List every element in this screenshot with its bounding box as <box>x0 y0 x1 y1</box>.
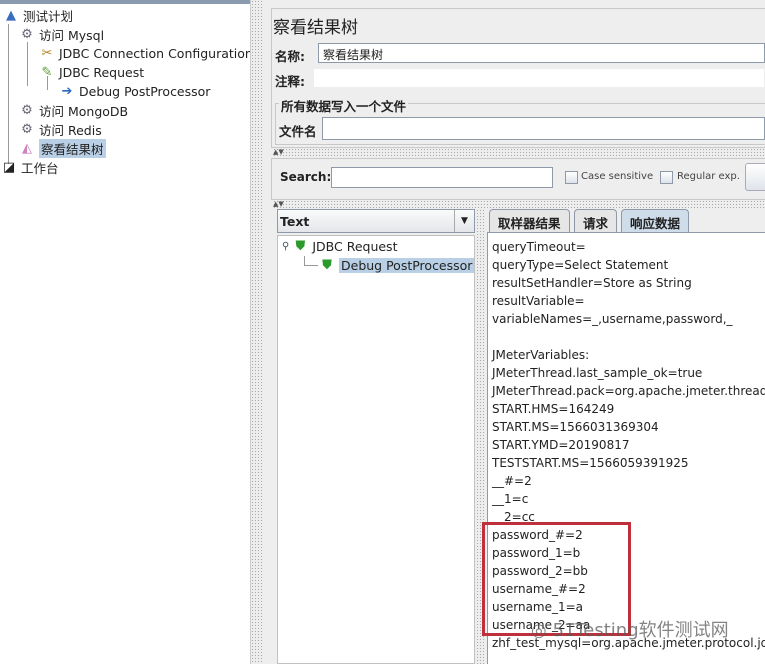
regular-exp-checkbox[interactable] <box>660 171 673 184</box>
group-title: 所有数据写入一个文件 <box>279 96 409 115</box>
response-line: queryTimeout= <box>492 240 586 254</box>
split-pane-divider[interactable] <box>250 0 263 664</box>
response-line: START.HMS=164249 <box>492 402 615 416</box>
search-button[interactable] <box>745 163 765 191</box>
tree-item-mysql[interactable]: ⚙ 访问 Mysql <box>18 25 104 44</box>
gear-icon: ⚙ <box>21 122 33 137</box>
response-line: __#=2 <box>492 474 532 488</box>
response-line: START.YMD=20190817 <box>492 438 630 452</box>
success-shield-icon: ⛊ <box>322 258 332 273</box>
tree-item-view-results-tree[interactable]: ◭ 察看结果树 <box>18 139 106 158</box>
response-line: queryType=Select Statement <box>492 258 669 272</box>
sample-results-tree: ⚲ ⛊ JDBC Request ⛊ Debug PostProcessor <box>277 235 475 664</box>
watermark: ◎ 51Testing软件测试网 <box>531 620 729 641</box>
filename-input[interactable] <box>322 117 765 140</box>
wrench-screwdriver-icon: ✂ <box>41 46 53 61</box>
case-sensitive-label: Case sensitive <box>581 171 654 182</box>
search-input[interactable] <box>331 167 553 188</box>
graph-icon: ◭ <box>22 141 32 156</box>
tree-item-debug-postprocessor[interactable]: ➔ Debug PostProcessor <box>58 82 211 101</box>
tree-item-mongodb[interactable]: ⚙ 访问 MongoDB <box>18 101 128 120</box>
flask-icon: ▲ <box>6 8 16 23</box>
tree-item-jdbc-config[interactable]: ✂ JDBC Connection Configuration <box>38 44 253 63</box>
tab-response-data[interactable]: 响应数据 <box>621 209 690 232</box>
gear-icon: ⚙ <box>21 103 33 118</box>
response-line: resultVariable= <box>492 294 585 308</box>
workbench-icon: ◪ <box>2 160 16 175</box>
success-shield-icon: ⛊ <box>295 239 306 254</box>
response-line: TESTSTART.MS=1566059391925 <box>492 456 689 470</box>
response-line: __1=c <box>492 492 529 506</box>
name-label: 名称: <box>275 49 305 64</box>
view-results-tree-panel: 察看结果树 名称: 察看结果树 注释: 所有数据写入一个文件 文件名 ▲▼ Se… <box>263 0 765 664</box>
response-line: variableNames=_,username,password,_ <box>492 312 733 326</box>
response-line: resultSetHandler=Store as String <box>492 276 692 290</box>
chevron-down-icon: ▼ <box>454 210 474 232</box>
tab-request[interactable]: 请求 <box>574 209 618 232</box>
comment-label: 注释: <box>275 74 305 89</box>
name-input[interactable]: 察看结果树 <box>318 43 765 63</box>
case-sensitive-checkbox[interactable] <box>565 171 578 184</box>
tree-item-jdbc-request[interactable]: ✎ JDBC Request <box>38 63 145 82</box>
response-line: START.MS=1566031369304 <box>492 420 659 434</box>
result-item-jdbc-request[interactable]: ⚲ ⛊ JDBC Request <box>282 237 397 256</box>
renderer-select[interactable]: Text ▼ <box>277 209 475 233</box>
comment-input[interactable] <box>313 68 765 88</box>
response-line: JMeterThread.last_sample_ok=true <box>492 366 703 380</box>
tree-item-test-plan[interactable]: ▲ 测试计划 <box>2 6 73 25</box>
document-arrow-icon: ➔ <box>61 84 73 99</box>
pipette-icon: ✎ <box>41 65 53 80</box>
tree-item-redis[interactable]: ⚙ 访问 Redis <box>18 120 102 139</box>
tree-item-workbench[interactable]: ◪ 工作台 <box>0 158 59 177</box>
page-title: 察看结果树 <box>273 18 358 38</box>
regular-exp-label: Regular exp. <box>677 171 740 182</box>
split-handle-top[interactable]: ▲▼ <box>273 148 765 156</box>
tab-sampler-result[interactable]: 取样器结果 <box>489 209 570 232</box>
split-handle-bottom[interactable]: ▲▼ <box>273 200 765 208</box>
gear-icon: ⚙ <box>21 27 33 42</box>
response-line: JMeterThread.pack=org.apache.jmeter.thre… <box>492 384 765 398</box>
filename-label: 文件名 <box>279 124 317 139</box>
test-plan-tree: ▲ 测试计划 ⚙ 访问 Mysql ✂ JDBC Connection Configu… <box>0 0 253 664</box>
response-line: JMeterVariables: <box>492 348 590 362</box>
search-label: Search: <box>280 170 332 184</box>
result-item-debug-postprocessor[interactable]: ⛊ Debug PostProcessor <box>318 256 475 275</box>
